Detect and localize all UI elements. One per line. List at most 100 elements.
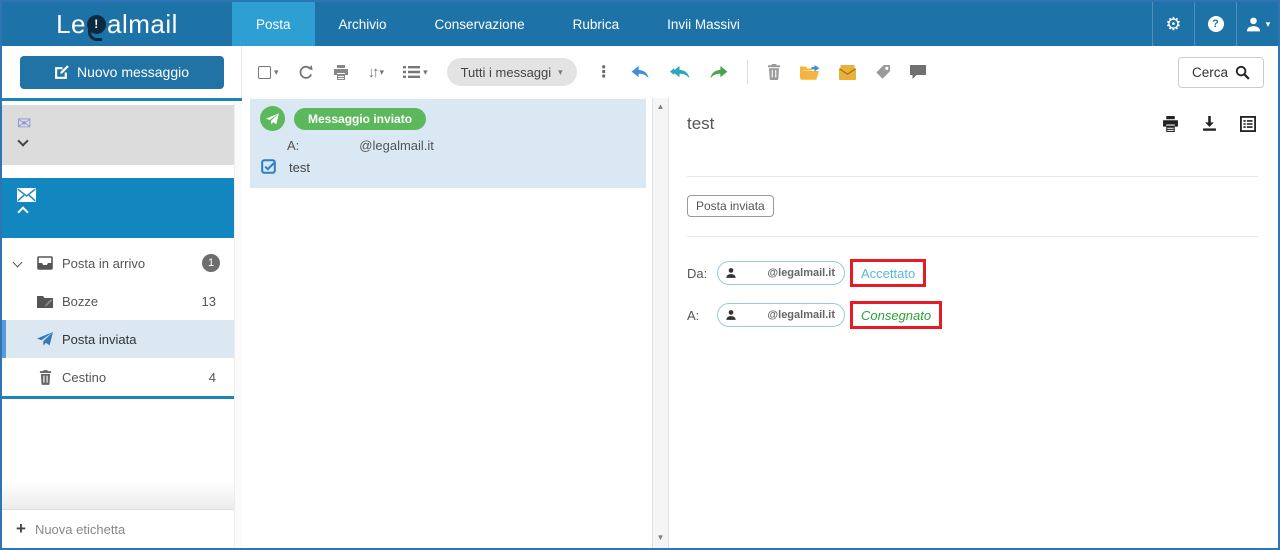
folder-count: 4 [209,370,216,385]
move-to-folder-button[interactable] [800,65,820,80]
user-menu-button[interactable]: ▾ [1236,2,1278,46]
gear-icon: ⚙ [1165,15,1181,33]
divider [687,176,1258,177]
tab-archivio[interactable]: Archivio [315,2,411,46]
sidebar-item-posta-in-arrivo[interactable]: Posta in arrivo 1 [2,244,242,282]
chevron-down-icon: ▾ [1266,19,1271,30]
message-checkbox[interactable] [261,159,277,175]
inbox-icon [36,256,54,270]
sort-icon: ↓↑ [368,64,377,81]
message-list-item[interactable]: Messaggio inviato A: @legalmail.it test [250,99,646,188]
new-label-button[interactable]: + Nuova etichetta [2,510,242,548]
plus-icon: + [16,519,26,539]
content-area: ✉ Posta in arrivo 1 [2,98,1278,548]
new-message-button[interactable]: Nuovo messaggio [20,56,224,89]
to-label: A: [687,308,717,323]
recipient-status-rows: Da: @legalmail.it Accettato A: @legalmai… [687,256,1278,332]
folder-sidebar: ✉ Posta in arrivo 1 [2,98,242,548]
sender-address-pill[interactable]: @legalmail.it [717,261,845,285]
sidebar-item-bozze[interactable]: Bozze 13 [2,282,242,320]
from-label: Da: [687,266,717,281]
forward-icon [709,65,728,80]
detail-actions [1162,116,1256,132]
message-details-button[interactable] [1240,116,1256,132]
labels-empty-area [2,399,242,510]
search-icon [1235,65,1250,80]
sidebar-accent-line [2,98,242,101]
tab-invii-massivi[interactable]: Invii Massivi [643,2,764,46]
account-collapsed-panel[interactable]: ✉ [2,105,242,165]
printer-icon [333,65,349,80]
settings-button[interactable]: ⚙ [1152,2,1194,46]
move-to-pec-folder-button[interactable] [839,65,856,80]
sidebar-item-posta-inviata[interactable]: Posta inviata [2,320,242,358]
refresh-icon [298,64,314,80]
chevron-up-icon [17,206,28,217]
drafts-folder-icon [36,295,54,308]
recipient-address-pill[interactable]: @legalmail.it [717,303,845,327]
sent-plane-icon [36,332,54,346]
toolbar-divider [747,60,748,84]
user-icon [725,267,737,279]
status-badge: Messaggio inviato [294,108,426,130]
sort-button[interactable]: ↓↑▾ [368,64,385,81]
reply-icon [631,65,650,80]
compose-icon [54,65,69,80]
download-message-button[interactable] [1202,116,1217,132]
sender-row: Da: @legalmail.it Accettato [687,256,1278,290]
envelope-icon: ✉ [17,115,242,132]
more-actions-button[interactable]: ⋮ [596,62,612,82]
print-message-button[interactable] [1162,116,1179,132]
recipient-row: A: @legalmail.it Consegnato [687,298,1278,332]
message-detail-pane: test Posta inviata Da: [669,98,1278,548]
pec-envelope-icon [839,65,856,80]
tab-posta[interactable]: Posta [232,2,315,46]
toolbar-left-section: Nuovo messaggio [2,46,242,98]
message-filter-dropdown[interactable]: Tutti i messaggi ▾ [447,58,577,86]
message-list: Messaggio inviato A: @legalmail.it test [242,98,652,548]
trash-icon [36,370,54,385]
trash-icon [767,64,781,80]
legalmail-logo: Le!almail [2,2,232,46]
refresh-button[interactable] [298,64,314,80]
sidebar-item-cestino[interactable]: Cestino 4 [2,358,242,396]
logo-text-pre: Le [56,9,86,40]
tab-conservazione[interactable]: Conservazione [411,2,549,46]
select-messages-button[interactable]: ▾ [258,66,279,79]
scroll-up-arrow[interactable]: ▲ [653,102,668,111]
kebab-icon: ⋮ [596,62,612,82]
status-accettato: Accettato [861,266,915,281]
list-view-icon [403,65,420,79]
detail-subject: test [687,114,714,134]
account-active-panel[interactable] [2,178,242,238]
print-list-button[interactable] [333,65,349,80]
main-nav-tabs: Posta Archivio Conservazione Rubrica Inv… [232,2,764,46]
recipient-address: @legalmail.it [359,138,434,153]
scroll-down-arrow[interactable]: ▼ [653,533,668,542]
sidebar-scrollbar[interactable] [234,101,242,548]
top-navbar: Le!almail Posta Archivio Conservazione R… [2,2,1278,46]
view-options-button[interactable]: ▾ [403,65,428,79]
search-button[interactable]: Cerca [1178,57,1264,88]
navbar-right-actions: ⚙ ? ▾ [1152,2,1278,46]
chevron-down-icon: ▾ [380,67,385,78]
tab-rubrica[interactable]: Rubrica [549,2,644,46]
delete-button[interactable] [767,64,781,80]
checkbox-icon [258,66,271,79]
reply-button[interactable] [631,65,650,80]
help-button[interactable]: ? [1194,2,1236,46]
folder-list: Posta in arrivo 1 Bozze 13 Posta inviata [2,244,242,396]
user-icon [725,309,737,321]
help-icon: ? [1208,16,1224,32]
expand-caret-icon [13,258,23,268]
highlight-annotation-box: Consegnato [850,301,942,329]
forward-button[interactable] [709,65,728,80]
reply-all-button[interactable] [669,65,690,80]
status-consegnato: Consegnato [861,308,931,323]
divider [687,236,1258,237]
tag-icon [875,64,891,80]
label-button[interactable] [875,64,891,80]
reply-all-icon [669,65,690,80]
message-list-scrollbar[interactable]: ▲ ▼ [652,98,669,548]
comment-button[interactable] [910,65,926,79]
